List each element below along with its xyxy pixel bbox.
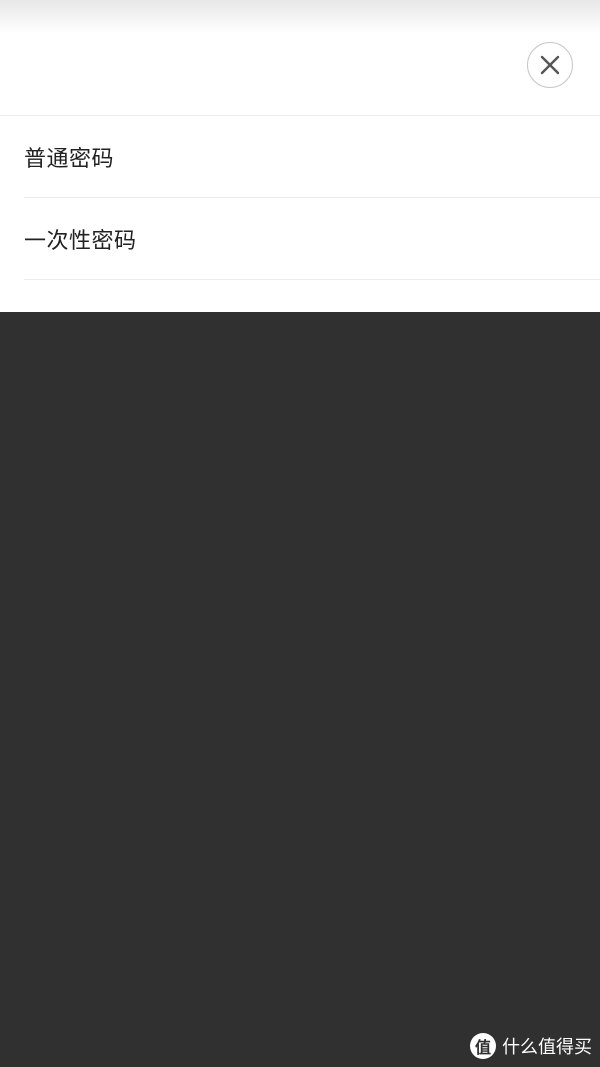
bottom-sheet: 普通密码 一次性密码	[0, 0, 600, 312]
watermark-logo: 值	[470, 1033, 496, 1059]
sheet-header	[0, 34, 600, 116]
option-label: 一次性密码	[24, 228, 137, 254]
password-type-list: 普通密码 一次性密码	[0, 116, 600, 280]
watermark-text: 什么值得买	[502, 1037, 592, 1058]
status-bar	[0, 0, 600, 34]
watermark: 值 什么值得买	[470, 1033, 592, 1059]
option-normal-password[interactable]: 普通密码	[24, 116, 600, 198]
option-label: 普通密码	[24, 146, 115, 172]
close-icon	[540, 55, 560, 75]
option-one-time-password[interactable]: 一次性密码	[24, 198, 600, 280]
close-button[interactable]	[527, 42, 573, 88]
